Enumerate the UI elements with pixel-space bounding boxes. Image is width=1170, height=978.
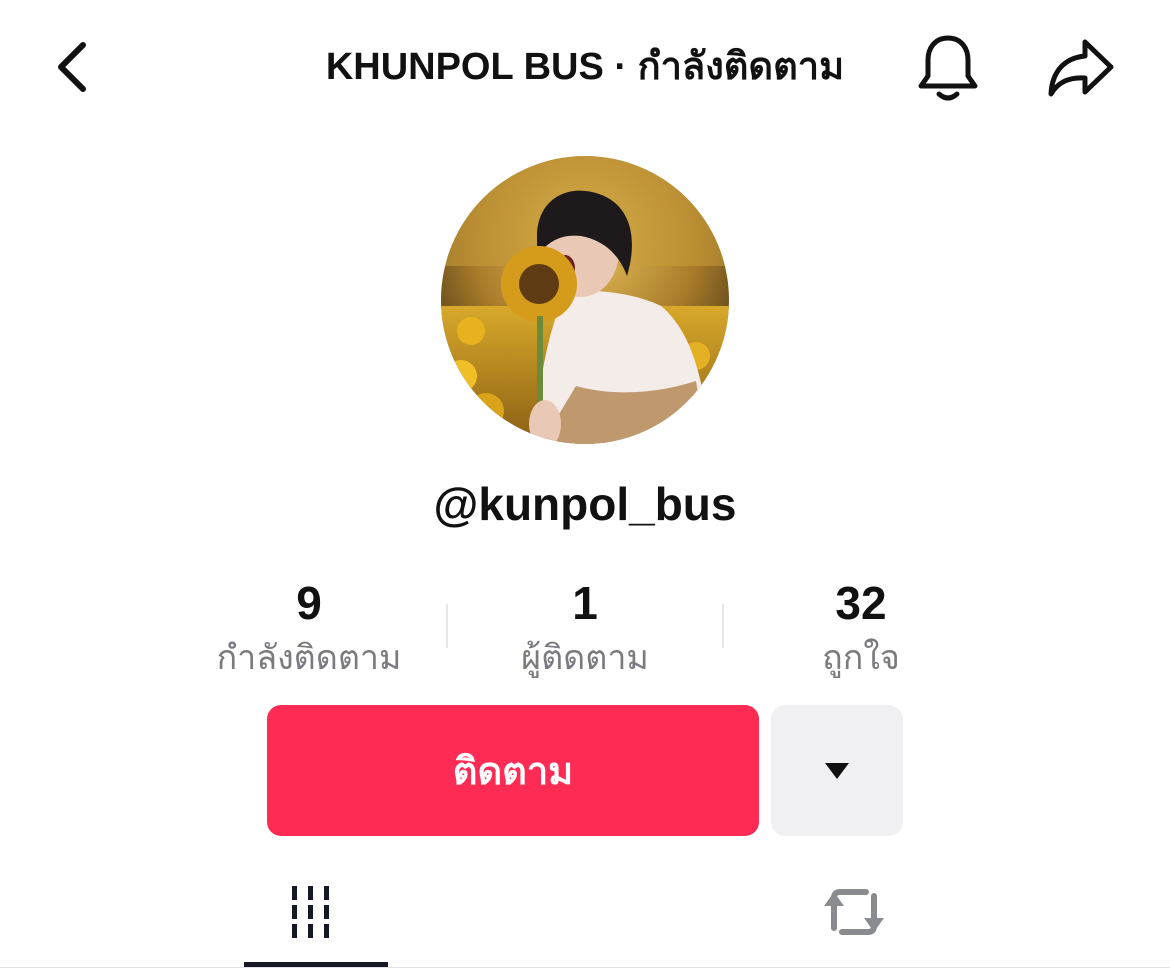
likes-label: ถูกใจ <box>822 639 900 677</box>
likes-count-stat[interactable]: 32 ถูกใจ <box>723 572 999 682</box>
back-button[interactable] <box>38 30 108 104</box>
caret-down-icon <box>825 762 849 779</box>
notification-bell-button[interactable] <box>908 28 988 108</box>
tab-bar-divider <box>0 967 1170 968</box>
share-arrow-icon <box>1048 39 1114 97</box>
chevron-left-icon <box>58 42 86 92</box>
grid-videos-icon <box>292 886 329 938</box>
suggested-accounts-dropdown-button[interactable] <box>771 705 903 836</box>
top-nav-bar: KHUNPOL BUS · กำลังติดตาม <box>0 0 1170 135</box>
repost-icon <box>824 889 884 935</box>
followers-label: ผู้ติดตาม <box>521 639 649 677</box>
page-title: KHUNPOL BUS · กำลังติดตาม <box>325 46 845 88</box>
followers-count-stat[interactable]: 1 ผู้ติดตาม <box>447 572 723 682</box>
share-button[interactable] <box>1036 28 1126 108</box>
bell-icon <box>918 35 978 101</box>
avatar-photo <box>441 156 729 444</box>
follow-button[interactable]: ติดตาม <box>267 705 759 836</box>
following-count: 9 <box>296 577 322 629</box>
follow-button-label: ติดตาม <box>452 751 574 793</box>
likes-count: 32 <box>835 577 887 629</box>
following-count-stat[interactable]: 9 กำลังติดตาม <box>171 572 447 682</box>
tab-reposts[interactable] <box>782 862 926 962</box>
avatar[interactable] <box>441 156 729 444</box>
followers-count: 1 <box>572 577 598 629</box>
tab-videos[interactable] <box>244 862 388 962</box>
following-label: กำลังติดตาม <box>216 639 402 677</box>
profile-username: @kunpol_bus <box>433 478 737 530</box>
